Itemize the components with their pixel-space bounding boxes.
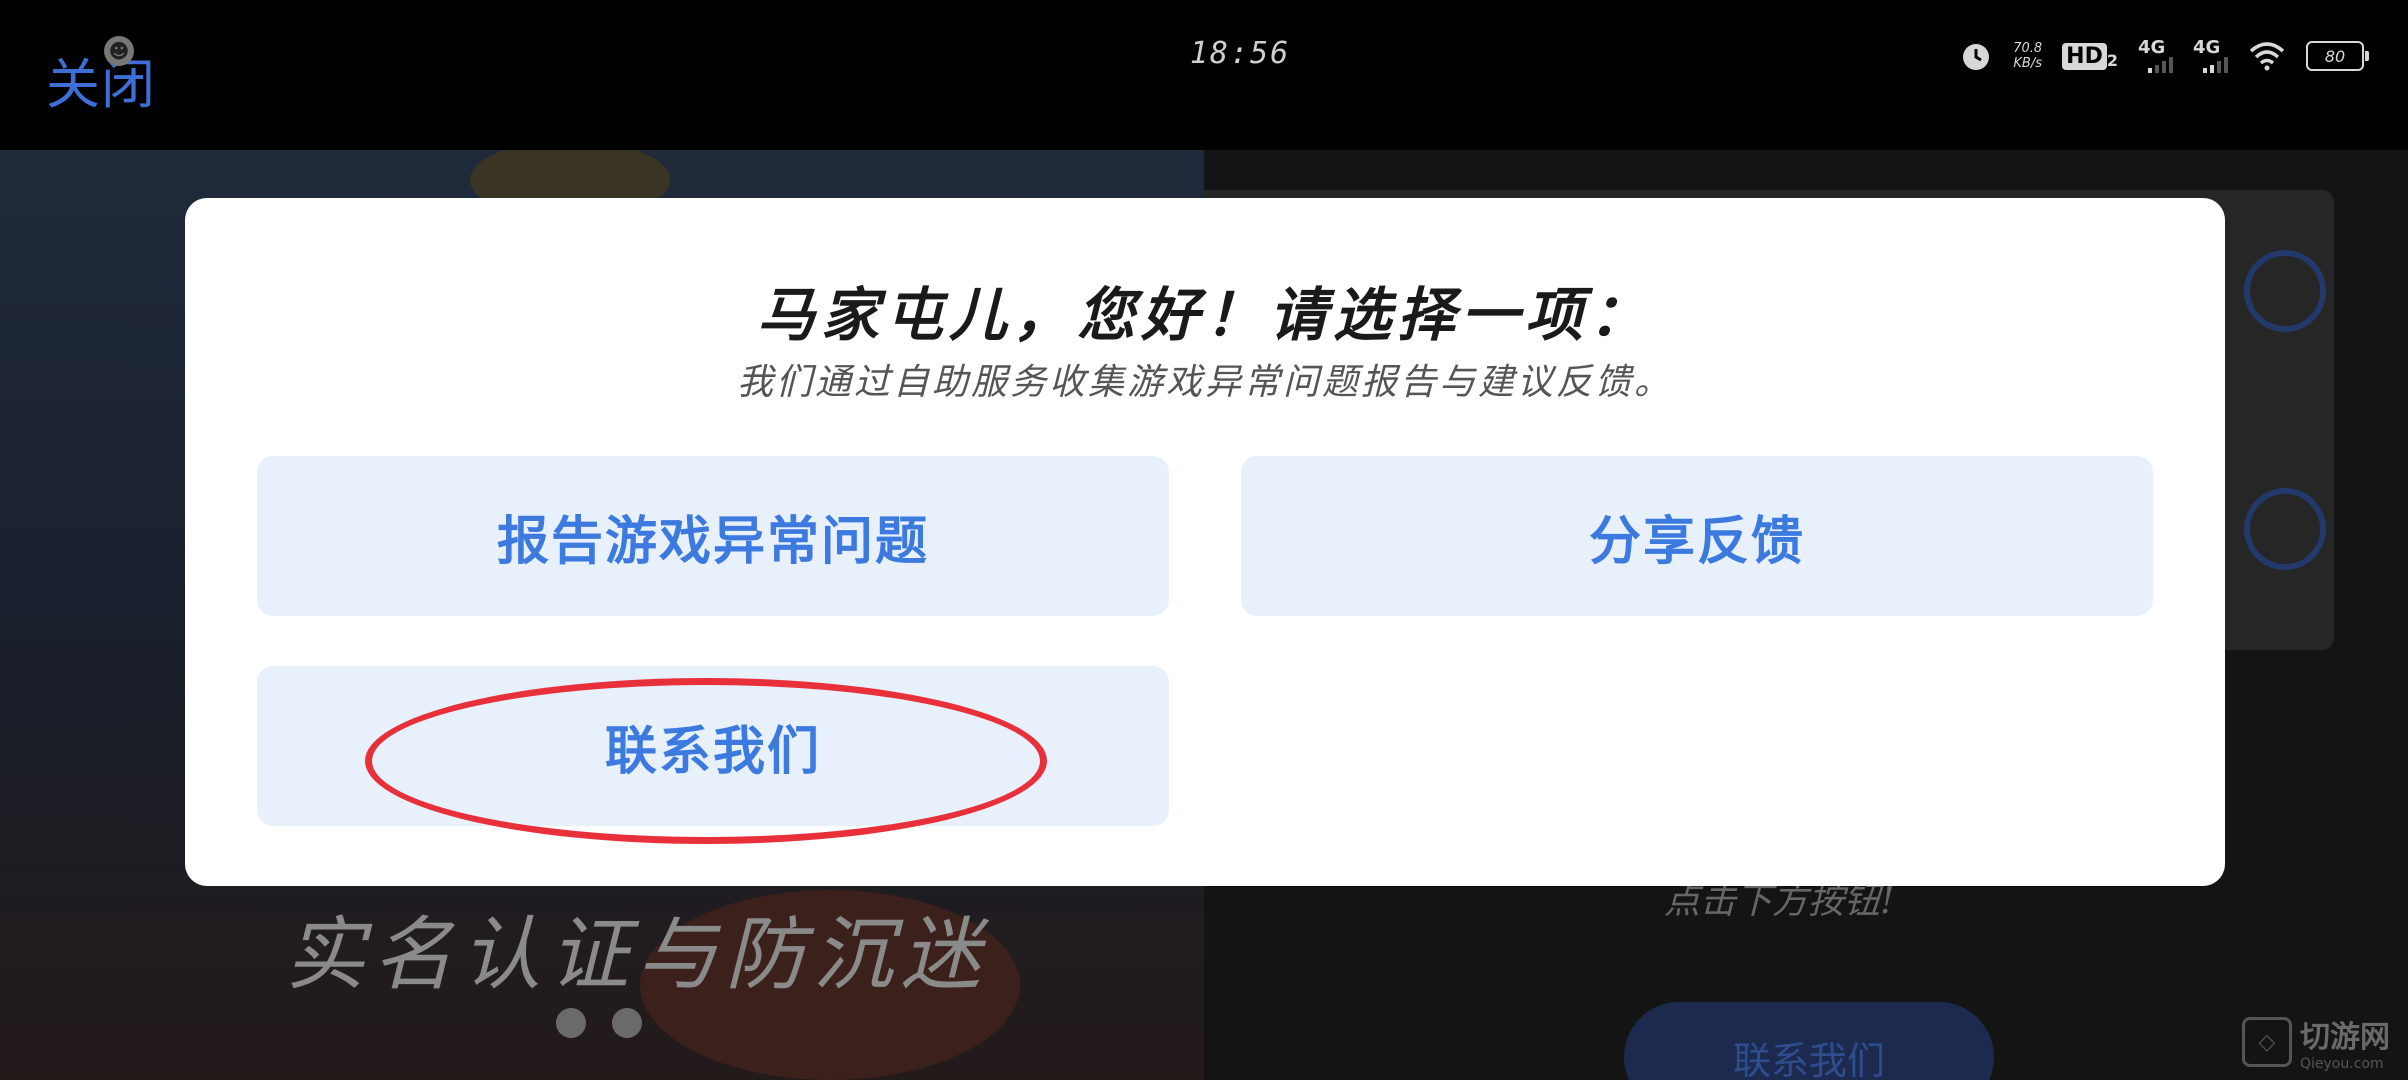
dialog-subtitle: 我们通过自助服务收集游戏异常问题报告与建议反馈。 <box>736 362 1673 403</box>
banner-text: 实名认证与防沉迷 <box>285 908 989 1001</box>
wifi-icon <box>2249 42 2285 71</box>
battery-icon: 80 <box>2306 41 2369 71</box>
hd-voice-icon: HD 2 <box>2062 42 2118 70</box>
signal-icon: 4G <box>2193 39 2228 73</box>
carousel-dots <box>556 1008 642 1038</box>
background-contact-button: 联系我们 <box>1624 1002 1994 1080</box>
clock: 18:56 <box>1189 36 1291 71</box>
net-speed: 70.8 KB/s <box>2013 41 2043 71</box>
screen: 实名认证与防沉迷 点击下方按钮! 联系我们 ◇ 切游网 Qieyou.com 关… <box>0 0 2408 1080</box>
watermark: ◇ 切游网 Qieyou.com <box>2242 1012 2390 1072</box>
dialog-title: 马家屯儿，您好！请选择一项： <box>756 281 1653 349</box>
close-button[interactable]: 关闭 <box>46 40 156 119</box>
carousel-dot[interactable] <box>612 1008 642 1038</box>
report-issue-button[interactable]: 报告游戏异常问题 <box>257 456 1169 616</box>
floating-assistant-icon[interactable]: ☻ <box>104 36 134 66</box>
watermark-name: 切游网 <box>2300 1020 2390 1055</box>
watermark-url: Qieyou.com <box>2300 1056 2384 1072</box>
carousel-dot[interactable] <box>556 1008 586 1038</box>
system-icons: 70.8 KB/s HD 2 4G 4G 80 <box>1959 36 2369 76</box>
share-feedback-button[interactable]: 分享反馈 <box>1241 456 2153 616</box>
service-dialog: 马家屯儿，您好！请选择一项： 我们通过自助服务收集游戏异常问题报告与建议反馈。 … <box>185 198 2225 886</box>
alarm-icon <box>1963 44 1990 70</box>
watermark-logo-icon: ◇ <box>2242 1017 2292 1067</box>
background-chevron-icon <box>2244 250 2326 332</box>
signal-icon: 4G <box>2138 39 2173 73</box>
contact-us-button[interactable]: 联系我们 <box>257 666 1169 826</box>
status-bar: 关闭 ☻ 18:56 70.8 KB/s HD 2 4G 4G 80 <box>0 0 2408 150</box>
background-chevron-icon <box>2244 488 2326 570</box>
